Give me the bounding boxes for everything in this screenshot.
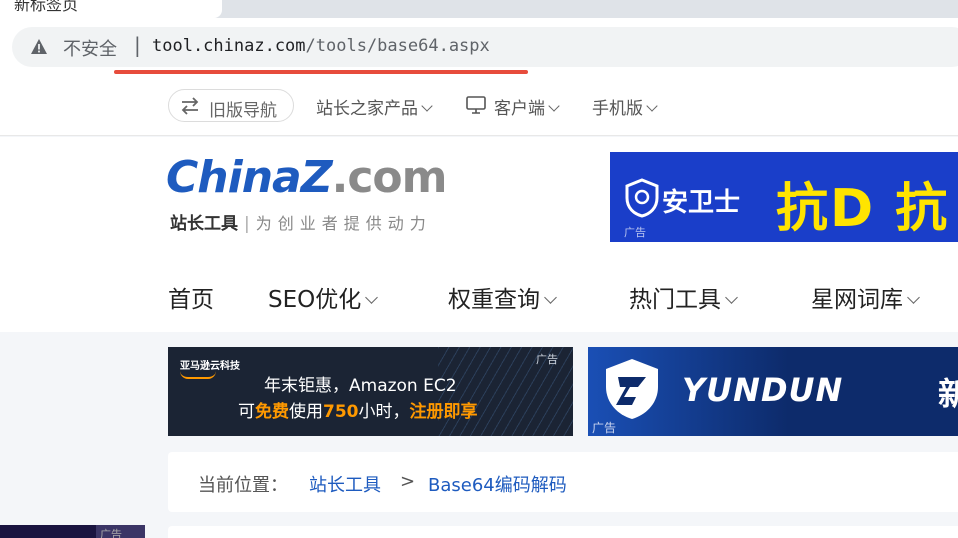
chevron-down-icon [421, 100, 433, 112]
banner-ad-yundun[interactable]: YUNDUN 新 广告 [588, 347, 958, 436]
url-host: tool.chinaz.com [152, 36, 306, 56]
breadcrumb-current-link[interactable]: Base64编码解码 [428, 471, 567, 497]
ad-top-brand: 安卫士 [662, 188, 741, 218]
old-nav-button[interactable]: 旧版导航 [168, 89, 294, 122]
ad-tag: 广告 [100, 528, 122, 538]
logo-bar: | [244, 214, 250, 234]
nav-mobile-label: 手机版 [592, 99, 643, 119]
browser-toolbar: 不安全 | tool.chinaz.com/tools/base64.aspx [0, 18, 958, 74]
nav-products-label: 站长之家产品 [316, 99, 418, 119]
nav-client[interactable]: 客户端 [494, 94, 560, 119]
tab-title: 新标签页 [14, 0, 79, 14]
chevron-down-icon [544, 291, 557, 304]
banner-ad-aws[interactable]: 亚马逊云科技 年末钜惠，Amazon EC2 可免费使用750小时，注册即享 广… [168, 347, 573, 436]
breadcrumb-root-link[interactable]: 站长工具 [309, 471, 381, 497]
ad-tag: 广告 [592, 421, 617, 435]
chevron-down-icon [646, 100, 658, 112]
tool-panel [168, 526, 958, 538]
shield-icon [625, 178, 659, 218]
main-nav-hot-tools[interactable]: 热门工具 [629, 280, 738, 314]
nav-mobile[interactable]: 手机版 [592, 94, 658, 119]
warning-icon[interactable] [30, 38, 48, 56]
address-bar[interactable]: 不安全 | tool.chinaz.com/tools/base64.aspx [12, 27, 958, 67]
site-header: ChinaZ.com 站长工具 | 为创业者提供动力 安卫士 抗D 抗 广告 首页 … [0, 137, 958, 332]
switch-arrows-icon [181, 97, 199, 115]
security-label[interactable]: 不安全 [63, 35, 117, 61]
ad-top-headline: 抗D 抗 [776, 179, 950, 239]
breadcrumb-separator: > [400, 471, 416, 492]
url-path: /tools/base64.aspx [305, 36, 490, 56]
main-nav-hot-tools-label: 热门工具 [629, 287, 721, 313]
main-nav-weight-label: 权重查询 [448, 287, 540, 313]
top-nav-bar: 旧版导航 站长之家产品 客户端 手机版 [0, 74, 958, 136]
old-nav-label: 旧版导航 [209, 101, 277, 121]
chevron-down-icon [725, 291, 738, 304]
logo-tagline: 站长工具 | 为创业者提供动力 [170, 209, 432, 234]
breadcrumb-label: 当前位置： [198, 475, 288, 496]
main-nav-home[interactable]: 首页 [168, 280, 214, 314]
ad-tag: 广告 [624, 226, 646, 239]
monitor-icon [466, 96, 486, 114]
logo-main: ChinaZ [166, 152, 333, 203]
nav-products[interactable]: 站长之家产品 [316, 94, 433, 119]
aws-line2: 可免费使用750小时，注册即享 [238, 402, 478, 422]
banner-ad-top[interactable]: 安卫士 抗D 抗 广告 [610, 152, 958, 242]
logo-slogan: 为创业者提供动力 [255, 214, 432, 233]
yundun-name: YUNDUN [682, 371, 844, 409]
aws-line1: 年末钜惠，Amazon EC2 [264, 376, 457, 396]
chevron-down-icon [365, 291, 379, 304]
ad-tag: 广告 [536, 353, 558, 366]
yundun-more: 新 [938, 375, 958, 413]
logo-domain: .com [331, 152, 448, 203]
side-ad[interactable]: 广告 [0, 525, 145, 538]
chevron-down-icon [548, 100, 560, 112]
main-nav-home-label: 首页 [168, 287, 214, 313]
address-separator: | [134, 33, 141, 57]
nav-client-label: 客户端 [494, 99, 545, 119]
main-nav-seo[interactable]: SEO优化 [268, 280, 379, 314]
chevron-down-icon [907, 291, 920, 304]
logo-sub-brand: 站长工具 [170, 214, 238, 234]
site-logo[interactable]: ChinaZ.com [166, 152, 447, 203]
main-nav-seo-label: SEO优化 [268, 287, 362, 313]
aws-company: 亚马逊云科技 [180, 361, 240, 372]
main-nav-weight[interactable]: 权重查询 [448, 280, 557, 314]
aws-smile-logo [180, 371, 216, 379]
url-text[interactable]: tool.chinaz.com/tools/base64.aspx [152, 36, 490, 56]
breadcrumb: 当前位置： 站长工具 > Base64编码解码 [168, 452, 958, 512]
main-nav-keywords-label: 星网词库 [811, 287, 903, 313]
yundun-shield-icon [606, 359, 658, 419]
browser-tab-active[interactable]: 新标签页 [0, 0, 222, 18]
main-nav-keywords[interactable]: 星网词库 [811, 280, 920, 314]
